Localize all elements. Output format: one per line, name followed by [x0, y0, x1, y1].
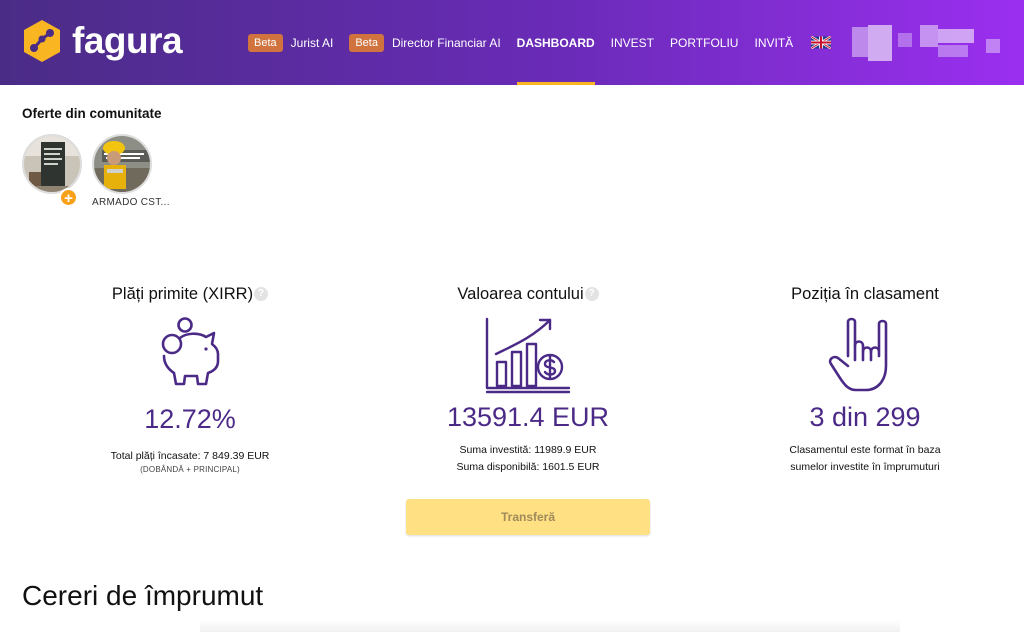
uk-flag-icon: [811, 36, 832, 49]
community-offers-title: Oferte din comunitate: [22, 106, 162, 121]
story-label-armado: ARMADO CST...: [92, 197, 170, 208]
stat-title-text: Plăți primite (XIRR): [111, 285, 254, 303]
story-thumbnail: [94, 136, 150, 192]
invested-amount: Suma investită: 11989.9 EUR: [459, 444, 597, 456]
stat-title: Valoarea contului?: [363, 282, 693, 306]
help-icon[interactable]: ?: [584, 287, 599, 301]
community-story-armado[interactable]: [92, 134, 152, 194]
total-payments-text: Total plăți încasate: 7 849.39 EUR: [110, 450, 270, 462]
stat-account-value: Valoarea contului? 13591.4 EUR Suma inve…: [363, 282, 693, 476]
community-story-add[interactable]: [22, 134, 82, 194]
stat-payments-xirr: Plăți primite (XIRR)? 12.72% Total plăți…: [25, 282, 355, 474]
nav-portofoliu[interactable]: PORTFOLIU: [670, 0, 738, 85]
stat-title-text: Valoarea contului: [457, 285, 584, 303]
nav-invest[interactable]: INVEST: [611, 0, 654, 85]
help-icon[interactable]: ?: [254, 287, 269, 301]
stat-ranking: Poziția în clasament 3 din 299 Clasament…: [700, 282, 1024, 476]
available-amount: Suma disponibilă: 1601.5 EUR: [456, 461, 600, 473]
stat-title: Poziția în clasament: [791, 285, 939, 303]
nav-label: Jurist AI: [290, 35, 334, 50]
beta-badge: Beta: [248, 33, 283, 52]
payments-breakdown: (DOBÂNDĂ + PRINCIPAL): [140, 465, 240, 474]
fagura-logo[interactable]: fagura: [22, 19, 183, 63]
transfer-button[interactable]: Transferă: [406, 499, 650, 535]
story-thumbnail: [24, 136, 80, 192]
stat-value-ranking: 3 din 299: [809, 402, 921, 432]
nav-jurist-ai[interactable]: Beta Jurist AI: [248, 0, 333, 85]
stat-title: Plăți primite (XIRR)?: [25, 282, 355, 306]
user-account-menu[interactable]: [852, 25, 1004, 61]
nav-label: Director Financiar AI: [391, 35, 501, 50]
beta-badge: Beta: [349, 33, 384, 52]
language-switch[interactable]: [809, 0, 832, 85]
loan-list-shadow: [200, 620, 900, 632]
nav-dashboard[interactable]: DASHBOARD: [516, 0, 595, 85]
piggy-bank-icon: [161, 317, 220, 386]
nav-director-financiar-ai[interactable]: Beta Director Financiar AI: [349, 0, 501, 85]
stat-value-xirr: 12.72%: [144, 404, 236, 434]
top-navigation-bar: fagura Beta Jurist AI Beta Director Fina…: [0, 0, 1024, 85]
ranking-note-line2: sumelor investite în împrumuturi: [790, 461, 940, 473]
add-story-icon[interactable]: +: [59, 188, 78, 207]
ranking-note-line1: Clasamentul este format în baza: [789, 444, 941, 456]
rock-hand-icon: [828, 317, 888, 392]
loan-requests-title: Cereri de împrumut: [22, 580, 264, 611]
stat-value-account: 13591.4 EUR: [446, 402, 610, 432]
growth-chart-icon: [485, 317, 571, 394]
main-nav: Beta Jurist AI Beta Director Financiar A…: [248, 0, 847, 85]
brand-name: fagura: [72, 20, 183, 61]
nav-invita[interactable]: INVITĂ: [754, 0, 793, 85]
hexagon-network-icon: [24, 20, 60, 62]
